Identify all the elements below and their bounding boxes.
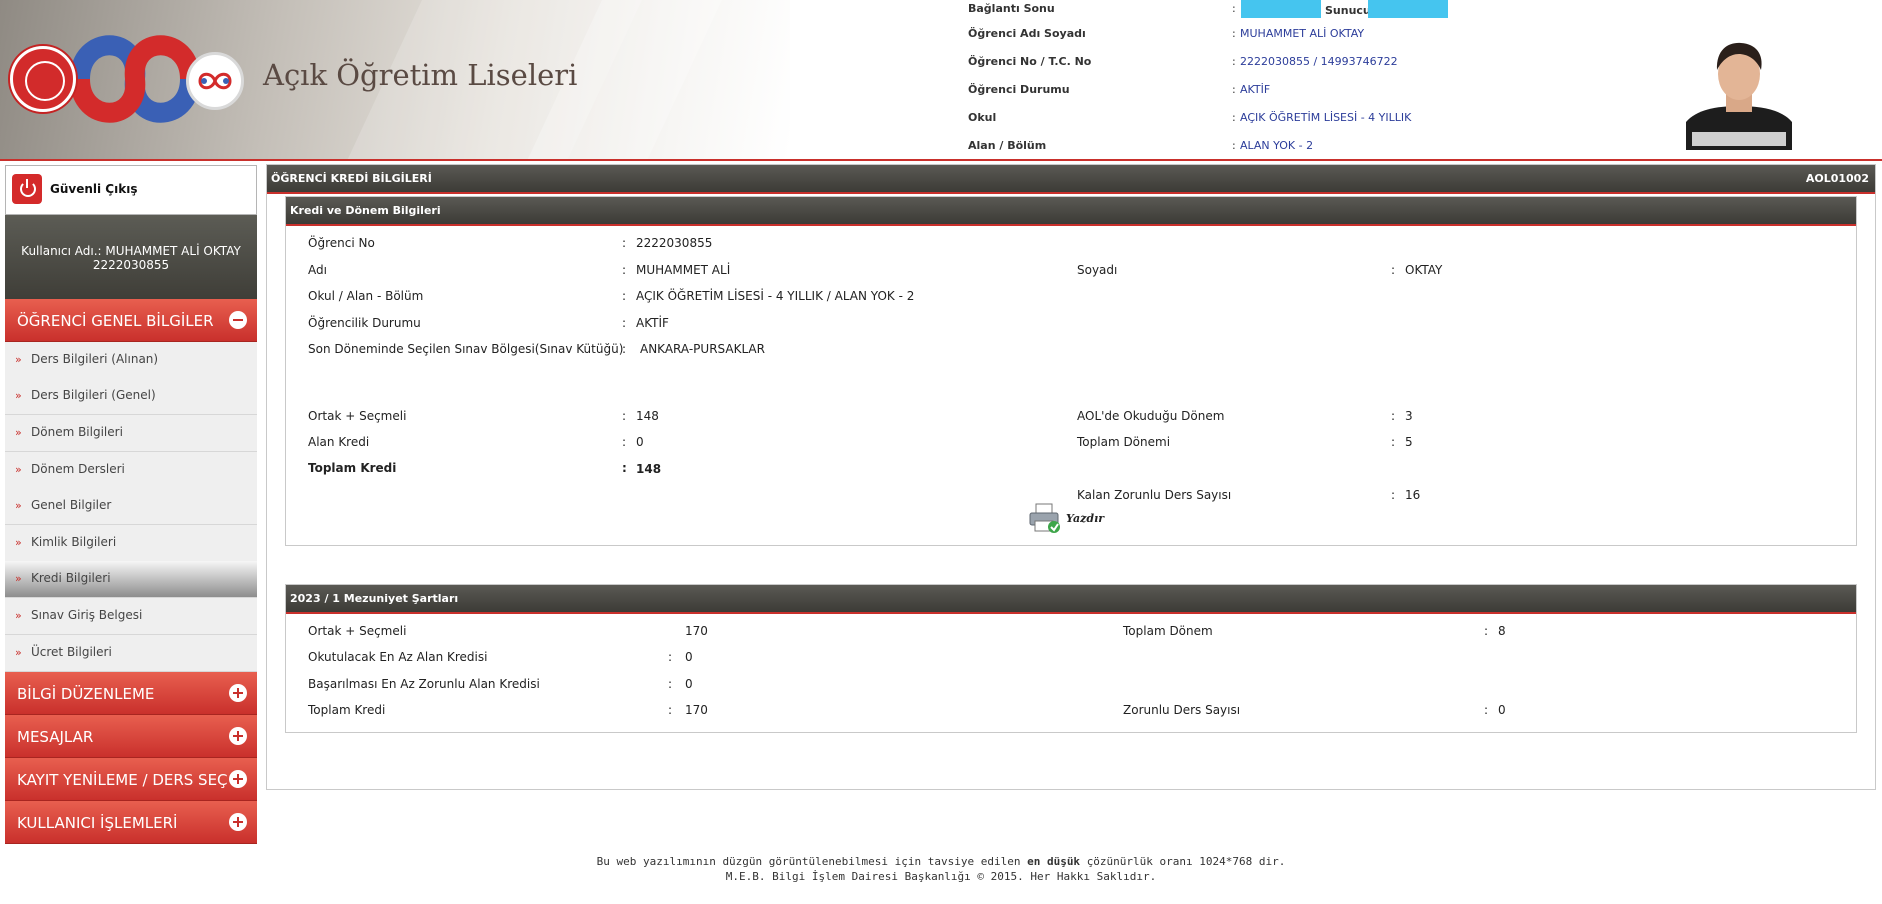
req-field-credit-value: 0: [685, 650, 693, 664]
category-ogrenci-genel-bilgiler[interactable]: ÖĞRENCİ GENEL BİLGİLER: [5, 299, 257, 342]
common-elective-value: 148: [636, 409, 659, 423]
page-title: ÖĞRENCİ KREDİ BİLGİLERİ: [271, 172, 432, 185]
school-row: Okul : AÇIK ÖĞRETİM LİSESİ - 4 YILLIK: [968, 111, 1412, 124]
sidebar-item-ders-bilgileri-genel[interactable]: » Ders Bilgileri (Genel): [5, 378, 257, 415]
student-name-row: Öğrenci Adı Soyadı : MUHAMMET ALİ OKTAY: [968, 27, 1365, 40]
logout-label: Güvenli Çıkış: [50, 182, 138, 196]
arrow-icon: »: [15, 463, 22, 476]
page-title-bar: ÖĞRENCİ KREDİ BİLGİLERİ AOL01002: [267, 165, 1875, 194]
connection-row: Bağlantı Sonu : Sunucu :: [968, 0, 1568, 20]
sidebar-item-ders-bilgileri-alinan[interactable]: » Ders Bilgileri (Alınan): [5, 342, 257, 379]
collapse-icon: [229, 311, 247, 329]
category-kayit-yenileme[interactable]: KAYIT YENİLEME / DERS SEÇME: [5, 758, 257, 801]
field-row: Alan / Bölüm : ALAN YOK - 2: [968, 139, 1314, 152]
user-number-line: 2222030855: [92, 258, 170, 272]
sidebar-item-ucret-bilgileri[interactable]: » Ücret Bilgileri: [5, 635, 257, 672]
first-name-value: MUHAMMET ALİ: [636, 263, 731, 277]
section-title-bar: 2023 / 1 Mezuniyet Şartları: [286, 585, 1856, 614]
sidebar-item-kredi-bilgileri[interactable]: » Kredi Bilgileri: [5, 561, 257, 598]
server-value-box: [1368, 0, 1448, 18]
sidebar-item-genel-bilgiler[interactable]: » Genel Bilgiler: [5, 488, 257, 525]
student-no-value: 2222030855: [636, 236, 713, 250]
sidebar-item-kimlik-bilgileri[interactable]: » Kimlik Bilgileri: [5, 525, 257, 562]
page-code: AOL01002: [1805, 172, 1869, 185]
print-label: Yazdır: [1066, 512, 1105, 525]
section-title-bar: Kredi ve Dönem Bilgileri: [286, 197, 1856, 226]
sidebar-item-donem-dersleri[interactable]: » Dönem Dersleri: [5, 452, 257, 489]
expand-icon: [229, 813, 247, 831]
main-content: ÖĞRENCİ KREDİ BİLGİLERİ AOL01002 Kredi v…: [266, 164, 1876, 790]
expand-icon: [229, 770, 247, 788]
remaining-mandatory-value: 16: [1405, 488, 1421, 502]
arrow-icon: »: [15, 572, 22, 585]
student-name-value: MUHAMMET ALİ OKTAY: [1240, 27, 1365, 40]
student-photo: [1686, 36, 1792, 150]
total-credit-value: 148: [636, 462, 662, 476]
student-status-row: Öğrenci Durumu : AKTİF: [968, 83, 1271, 96]
total-terms-value: 5: [1405, 435, 1413, 449]
footer-copyright: M.E.B. Bilgi İşlem Dairesi Başkanlığı © …: [725, 870, 1157, 883]
aol-badge-icon: [186, 52, 244, 110]
school-value: AÇIK ÖĞRETİM LİSESİ - 4 YILLIK: [1240, 111, 1412, 124]
field-credit-value: 0: [636, 435, 644, 449]
section-title: 2023 / 1 Mezuniyet Şartları: [290, 592, 459, 605]
school-field-value: AÇIK ÖĞRETİM LİSESİ - 4 YILLIK / ALAN YO…: [636, 289, 915, 303]
header-banner: Açık Öğretim Liseleri: [0, 0, 790, 159]
page-header: Açık Öğretim Liseleri Bağlantı Sonu : Su…: [0, 0, 1882, 161]
arrow-icon: »: [15, 353, 22, 366]
aol-logo: [10, 24, 245, 134]
graduation-requirements-panel: 2023 / 1 Mezuniyet Şartları Ortak + Seçm…: [285, 584, 1857, 733]
student-status-value: AKTİF: [1240, 83, 1271, 96]
logout-button[interactable]: Güvenli Çıkış: [5, 165, 257, 215]
power-icon: [12, 174, 42, 204]
arrow-icon: »: [15, 536, 22, 549]
section-title: Kredi ve Dönem Bilgileri: [290, 204, 441, 217]
arrow-icon: »: [15, 389, 22, 402]
sidebar-item-sinav-giris-belgesi[interactable]: » Sınav Giriş Belgesi: [5, 598, 257, 635]
req-mandatory-field-credit-value: 0: [685, 677, 693, 691]
arrow-icon: »: [15, 499, 22, 512]
printer-icon: [1029, 503, 1060, 533]
connection-label: Bağlantı Sonu: [968, 2, 1055, 15]
category-kullanici-islemleri[interactable]: KULLANICI İŞLEMLERİ: [5, 801, 257, 844]
exam-region-value: ANKARA-PURSAKLAR: [640, 342, 765, 356]
student-no-value: 2222030855 / 14993746722: [1240, 55, 1398, 68]
req-total-term-value: 8: [1498, 624, 1506, 638]
site-title: Açık Öğretim Liseleri: [263, 58, 578, 92]
expand-icon: [229, 727, 247, 745]
req-common-elective-value: 170: [685, 624, 708, 638]
status-value: AKTİF: [636, 316, 669, 330]
aol-term-value: 3: [1405, 409, 1413, 423]
category-mesajlar[interactable]: MESAJLAR: [5, 715, 257, 758]
field-value: ALAN YOK - 2: [1240, 139, 1314, 152]
credit-term-panel: Kredi ve Dönem Bilgileri Öğrenci No : 22…: [285, 196, 1857, 546]
req-total-credit-value: 170: [685, 703, 708, 717]
footer-resolution-note: Bu web yazılımının düzgün görüntülenebil…: [596, 855, 1286, 868]
arrow-icon: »: [15, 609, 22, 622]
category-bilgi-duzenleme[interactable]: BİLGİ DÜZENLEME: [5, 672, 257, 715]
username-line: Kullanıcı Adı.: MUHAMMET ALİ OKTAY: [21, 244, 241, 258]
meb-seal-icon: [10, 46, 76, 112]
print-button[interactable]: Yazdır: [1028, 503, 1108, 535]
req-mandatory-course-value: 0: [1498, 703, 1506, 717]
arrow-icon: »: [15, 426, 22, 439]
sidebar-item-donem-bilgileri[interactable]: » Dönem Bilgileri: [5, 415, 257, 452]
student-no-row: Öğrenci No / T.C. No : 2222030855 / 1499…: [968, 55, 1398, 68]
arrow-icon: »: [15, 646, 22, 659]
connection-value-box: [1241, 0, 1321, 18]
last-name-value: OKTAY: [1405, 263, 1443, 277]
expand-icon: [229, 684, 247, 702]
sidebar: Güvenli Çıkış Kullanıcı Adı.: MUHAMMET A…: [5, 165, 257, 845]
user-info-box: Kullanıcı Adı.: MUHAMMET ALİ OKTAY 22220…: [5, 215, 257, 299]
